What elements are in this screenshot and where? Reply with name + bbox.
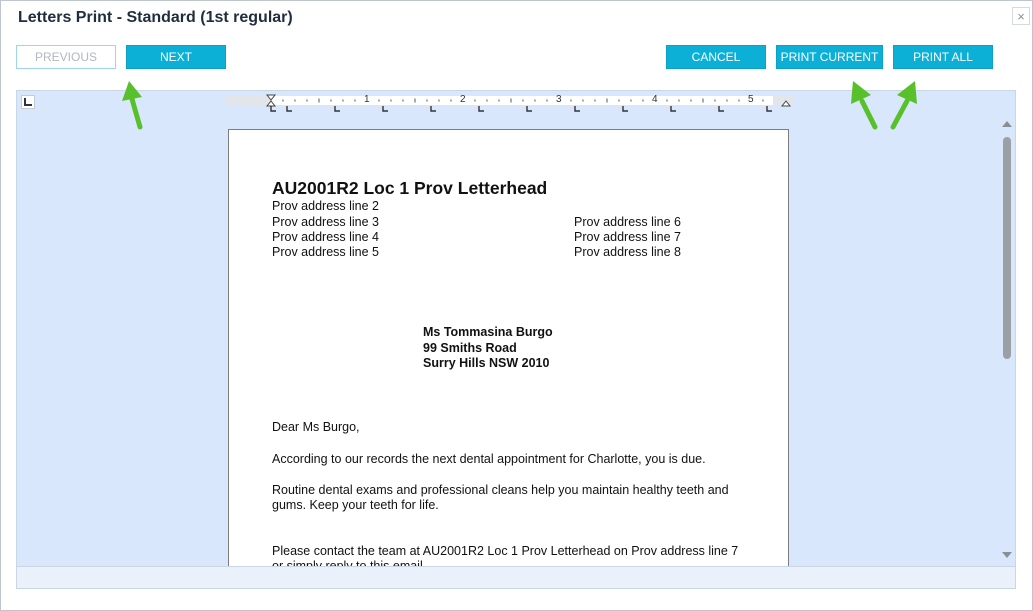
address-line: Prov address line 4 [272, 230, 380, 244]
document-viewer: 1 2 3 4 5 AU2001R2 Loc 1 Prov Letterhead Pro… [16, 90, 1016, 567]
letter-page: AU2001R2 Loc 1 Prov Letterhead Prov addr… [228, 129, 789, 567]
letterhead-title: AU2001R2 Loc 1 Prov Letterhead [272, 178, 548, 198]
ruler[interactable]: 1 2 3 4 5 [225, 94, 793, 112]
print-current-button[interactable]: PRINT CURRENT [776, 45, 883, 69]
paragraph-appointment: According to our records the next dental… [272, 452, 706, 466]
address-line: Prov address line 6 [574, 215, 682, 229]
print-all-button[interactable]: PRINT ALL [893, 45, 993, 69]
tab-stop-marker [286, 106, 292, 112]
address-line: Prov address line 8 [574, 245, 682, 259]
dialog-title: Letters Print - Standard (1st regular) [18, 9, 293, 26]
green-arrow-icon [851, 81, 878, 130]
green-arrow-icon [122, 81, 143, 130]
scroll-down-icon[interactable] [1002, 552, 1012, 558]
green-arrow-icon [890, 81, 917, 130]
cancel-button[interactable]: CANCEL [666, 45, 766, 69]
recipient-name: Ms Tommasina Burgo [423, 325, 553, 339]
ruler-number: 3 [556, 94, 562, 105]
address-line: Prov address line 7 [574, 230, 682, 244]
address-line: Prov address line 3 [272, 215, 380, 229]
next-button[interactable]: NEXT [126, 45, 226, 69]
tab-stop-marker [718, 106, 724, 112]
vertical-scrollbar[interactable] [1000, 115, 1014, 565]
tab-stop-marker [334, 106, 340, 112]
tab-stop-marker [766, 106, 772, 112]
tab-stop-icon[interactable] [21, 95, 35, 109]
paragraph-routine-line2: gums. Keep your teeth for life. [272, 498, 439, 512]
viewer-footer-bar [16, 567, 1016, 589]
scroll-thumb[interactable] [1003, 137, 1011, 359]
previous-button[interactable]: PREVIOUS [16, 45, 116, 69]
tab-stop-marker [478, 106, 484, 112]
tab-stop-marker [574, 106, 580, 112]
letters-print-dialog: Letters Print - Standard (1st regular) ×… [0, 0, 1033, 611]
tab-stop-marker [526, 106, 532, 112]
tab-stop-marker [670, 106, 676, 112]
salutation: Dear Ms Burgo, [272, 420, 360, 434]
ruler-number: 5 [748, 94, 754, 105]
ruler-number: 4 [652, 94, 658, 105]
tab-stop-marker [622, 106, 628, 112]
close-icon[interactable]: × [1012, 7, 1030, 25]
ruler-number: 1 [364, 94, 370, 105]
recipient-street: 99 Smiths Road [423, 341, 517, 355]
scroll-up-icon[interactable] [1002, 121, 1012, 127]
paragraph-routine-line1: Routine dental exams and professional cl… [272, 483, 729, 497]
tab-stop-marker [270, 106, 276, 112]
address-line: Prov address line 5 [272, 245, 380, 259]
tab-stop-marker [382, 106, 388, 112]
address-line: Prov address line 2 [272, 199, 380, 213]
paragraph-contact-line2: or simply reply to this email. [272, 559, 427, 567]
tab-stop-marker [430, 106, 436, 112]
paragraph-contact-line1: Please contact the team at AU2001R2 Loc … [272, 544, 739, 558]
ruler-number: 2 [460, 94, 466, 105]
recipient-city: Surry Hills NSW 2010 [423, 356, 550, 370]
